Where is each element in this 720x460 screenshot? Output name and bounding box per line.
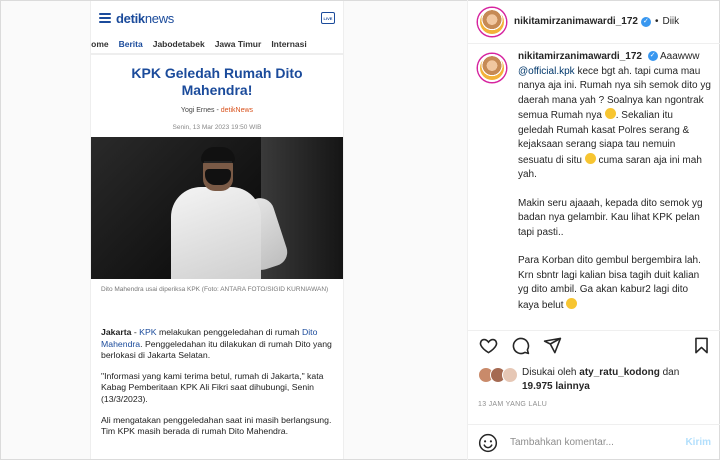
follow-button[interactable]: Diik	[662, 16, 679, 27]
likes-count[interactable]: 19.975 lainnya	[522, 381, 590, 392]
article-date: Senin, 13 Mar 2023 19:50 WIB	[172, 124, 262, 131]
likes-text: Disukai oleh aty_ratu_kodong dan 19.975 …	[522, 367, 680, 392]
article-title: KPK Geledah Rumah Dito Mahendra!	[131, 65, 303, 98]
bookmark-icon	[694, 337, 708, 354]
nav-item-internasional: Internasi	[271, 39, 307, 49]
liker-avatars	[478, 367, 522, 383]
caption-comment: nikitamirzanimawardi_172 ✓ Aaawww @offic…	[478, 50, 711, 322]
verified-icon: ✓	[647, 51, 658, 62]
emoji-icon[interactable]	[478, 433, 498, 453]
emoji-icon	[566, 297, 578, 309]
photo-caption: Dito Mahendra usai diperiksa KPK (Foto: …	[101, 286, 329, 293]
article-byline: Yogi Ernes - detikNews	[180, 107, 254, 114]
comment-icon	[512, 337, 529, 355]
header-username[interactable]: nikitamirzanimawardi_172	[514, 16, 638, 27]
comment-input[interactable]	[510, 437, 680, 448]
article-nav: Home Berita Jabodetabek Jawa Timur Inter…	[91, 35, 343, 55]
article-header: detiknews LIVE	[91, 1, 343, 35]
caption-text: nikitamirzanimawardi_172 ✓ Aaawww @offic…	[518, 51, 711, 311]
emoji-icon	[604, 108, 616, 119]
article-screenshot: detiknews LIVE Home Berita Jabodetabek J…	[91, 1, 343, 459]
share-button[interactable]	[542, 336, 562, 356]
likes-summary: Disukai oleh aty_ratu_kodong dan 19.975 …	[478, 366, 711, 394]
menu-icon	[99, 13, 111, 23]
avatar[interactable]	[502, 367, 518, 383]
comment-button[interactable]	[510, 336, 530, 356]
liker-username[interactable]: aty_ratu_kodong	[579, 367, 660, 378]
post-header: nikitamirzanimawardi_172 ✓ • Diik	[468, 0, 720, 44]
article-body: Jakarta - KPK melakukan penggeledahan di…	[101, 327, 332, 437]
post-comment-button[interactable]: Kirim	[685, 437, 711, 448]
save-button[interactable]	[691, 336, 711, 356]
post-media[interactable]: detiknews LIVE Home Berita Jabodetabek J…	[1, 1, 467, 459]
avatar[interactable]	[478, 7, 506, 36]
action-bar	[468, 330, 720, 360]
post-timestamp[interactable]: 13 JAM YANG LALU	[478, 401, 547, 408]
detik-logo: detiknews	[116, 10, 174, 26]
nav-item-home: Home	[91, 39, 109, 49]
mention-link[interactable]: @official.kpk	[518, 66, 575, 77]
separator-dot: •	[654, 16, 659, 27]
avatar[interactable]	[478, 54, 506, 82]
emoji-icon	[584, 152, 596, 164]
caption-username[interactable]: nikitamirzanimawardi_172	[518, 51, 642, 62]
heart-icon	[479, 338, 497, 354]
share-icon	[543, 337, 561, 354]
caption-area: nikitamirzanimawardi_172 ✓ Aaawww @offic…	[468, 50, 720, 322]
add-comment-bar: Kirim	[468, 424, 720, 460]
verified-icon: ✓	[640, 16, 651, 27]
post-panel: nikitamirzanimawardi_172 ✓ • Diik nikita…	[467, 0, 720, 460]
article-photo	[91, 137, 343, 279]
nav-item-jabodetabek: Jabodetabek	[152, 39, 205, 49]
like-button[interactable]	[478, 336, 498, 356]
live-icon: LIVE	[321, 12, 335, 24]
nav-item-berita: Berita	[118, 39, 143, 49]
nav-item-jawa-timur: Jawa Timur	[214, 39, 262, 49]
